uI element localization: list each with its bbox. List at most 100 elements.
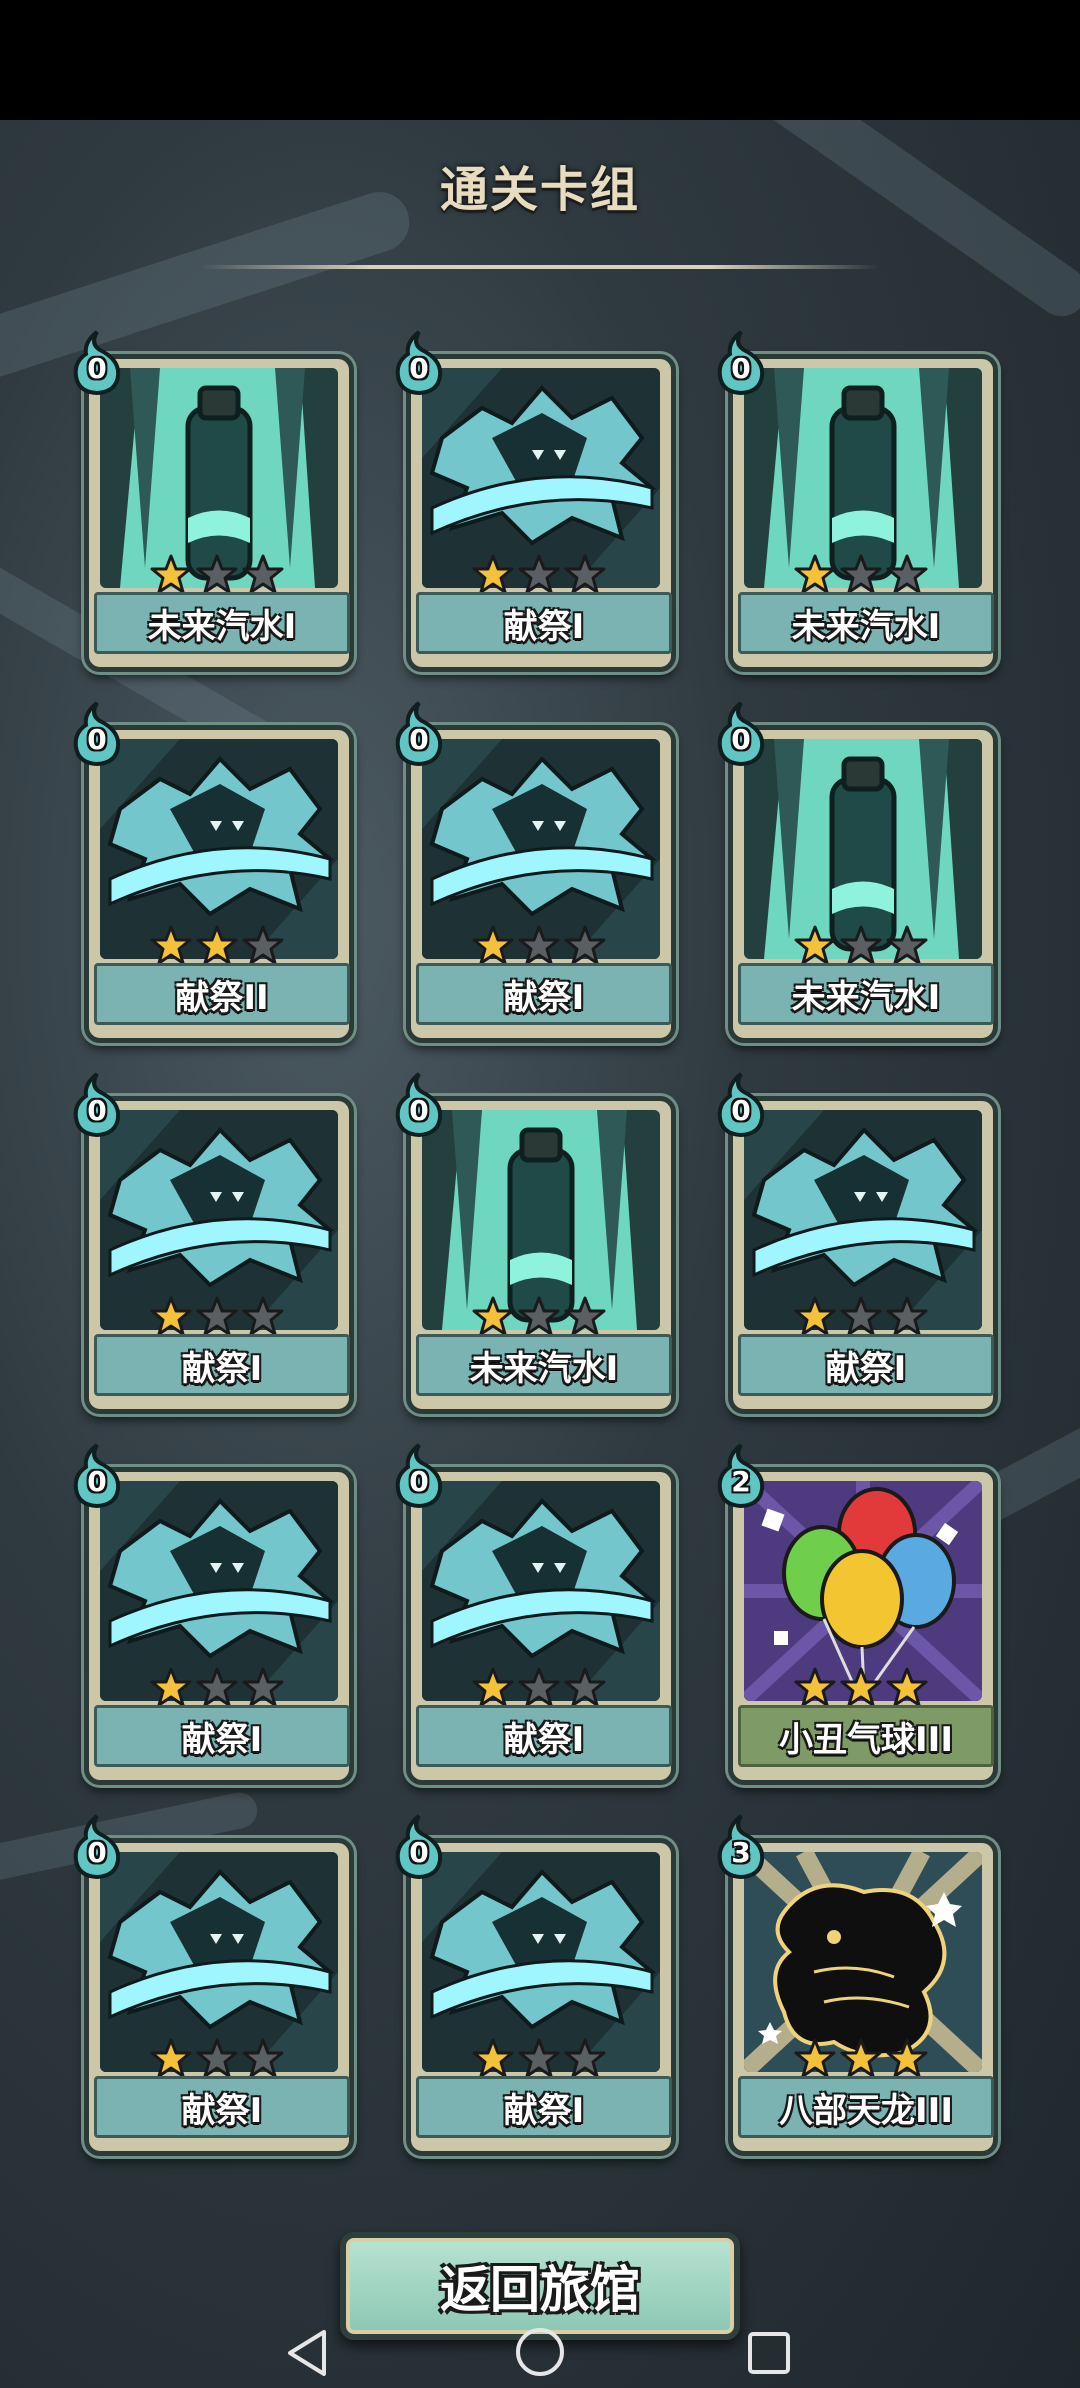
star-empty-icon [564,1296,606,1336]
star-filled-icon [886,2038,928,2078]
mana-cost-value: 0 [731,1094,751,1127]
star-filled-icon [472,2038,514,2078]
star-filled-icon [886,1667,928,1707]
back-icon[interactable] [284,2328,330,2378]
star-empty-icon [886,554,928,594]
card-7[interactable]: 献祭I 0 [73,1072,354,1414]
card-name-bar: 献祭I [94,1334,350,1396]
card-name-bar: 未来汽水I [738,592,994,654]
mana-cost-badge: 0 [392,330,446,396]
star-filled-icon [794,2038,836,2078]
star-filled-icon [196,925,238,965]
star-rating [150,1296,290,1336]
star-empty-icon [564,1667,606,1707]
card-name-bar: 献祭I [416,1705,672,1767]
star-filled-icon [472,554,514,594]
card-name: 献祭I [181,1719,263,1760]
status-bar [0,0,1080,120]
star-empty-icon [518,925,560,965]
star-rating [150,925,290,965]
star-rating [794,925,934,965]
recents-icon[interactable] [746,2330,792,2376]
card-13[interactable]: 献祭I 0 [73,1814,354,2156]
star-filled-icon [794,554,836,594]
card-12[interactable]: 小丑气球III 2 [717,1443,998,1785]
mana-cost-value: 0 [87,1836,107,1869]
mana-cost-badge: 0 [714,330,768,396]
card-name: 未来汽水I [147,606,297,647]
star-filled-icon [472,1667,514,1707]
mana-cost-value: 0 [87,1094,107,1127]
star-empty-icon [518,1296,560,1336]
star-empty-icon [886,925,928,965]
card-name-bar: 献祭II [94,963,350,1025]
star-filled-icon [150,1296,192,1336]
card-name-bar: 献祭I [738,1334,994,1396]
card-name: 八部天龙III [779,2090,953,2131]
card-15[interactable]: 八部天龙III 3 [717,1814,998,2156]
mana-cost-value: 0 [409,1836,429,1869]
mana-cost-badge: 0 [392,1443,446,1509]
star-empty-icon [564,925,606,965]
mana-cost-badge: 3 [714,1814,768,1880]
card-name-bar: 献祭I [94,1705,350,1767]
star-empty-icon [242,1667,284,1707]
card-2[interactable]: 献祭I 0 [395,330,676,672]
star-empty-icon [196,1296,238,1336]
star-filled-icon [472,1296,514,1336]
mana-cost-badge: 0 [70,1072,124,1138]
star-filled-icon [150,925,192,965]
star-filled-icon [794,1296,836,1336]
mana-cost-value: 0 [409,1465,429,1498]
star-empty-icon [242,1296,284,1336]
star-rating [794,1296,934,1336]
card-1[interactable]: 未来汽水I 0 [73,330,354,672]
card-name: 献祭II [175,977,269,1018]
mana-cost-badge: 0 [714,701,768,767]
star-empty-icon [196,1667,238,1707]
card-10[interactable]: 献祭I 0 [73,1443,354,1785]
card-name-bar: 未来汽水I [416,1334,672,1396]
mana-cost-badge: 0 [714,1072,768,1138]
star-filled-icon [840,2038,882,2078]
card-name: 未来汽水I [791,977,941,1018]
star-empty-icon [518,554,560,594]
card-14[interactable]: 献祭I 0 [395,1814,676,2156]
system-nav-bar [0,2290,1080,2388]
home-icon[interactable] [514,2326,566,2378]
star-empty-icon [886,1296,928,1336]
card-name-bar: 小丑气球III [738,1705,994,1767]
card-5[interactable]: 献祭I 0 [395,701,676,1043]
card-9[interactable]: 献祭I 0 [717,1072,998,1414]
card-name: 献祭I [181,1348,263,1389]
mana-cost-value: 0 [409,1094,429,1127]
mana-cost-badge: 0 [392,1814,446,1880]
star-empty-icon [242,554,284,594]
card-name-bar: 献祭I [416,592,672,654]
star-filled-icon [150,1667,192,1707]
star-empty-icon [196,554,238,594]
card-name-bar: 献祭I [416,963,672,1025]
card-name-bar: 未来汽水I [738,963,994,1025]
mana-cost-value: 0 [731,723,751,756]
star-empty-icon [840,925,882,965]
card-11[interactable]: 献祭I 0 [395,1443,676,1785]
card-name: 献祭I [503,977,585,1018]
mana-cost-badge: 0 [392,701,446,767]
mana-cost-badge: 2 [714,1443,768,1509]
card-name: 献祭I [503,1719,585,1760]
card-8[interactable]: 未来汽水I 0 [395,1072,676,1414]
mana-cost-badge: 0 [70,1443,124,1509]
star-empty-icon [840,1296,882,1336]
star-empty-icon [564,2038,606,2078]
card-6[interactable]: 未来汽水I 0 [717,701,998,1043]
mana-cost-value: 0 [731,352,751,385]
mana-cost-value: 0 [409,352,429,385]
star-rating [472,1667,612,1707]
star-rating [472,925,612,965]
star-filled-icon [840,1667,882,1707]
card-name: 献祭I [825,1348,907,1389]
card-3[interactable]: 未来汽水I 0 [717,330,998,672]
star-rating [472,1296,612,1336]
card-4[interactable]: 献祭II 0 [73,701,354,1043]
